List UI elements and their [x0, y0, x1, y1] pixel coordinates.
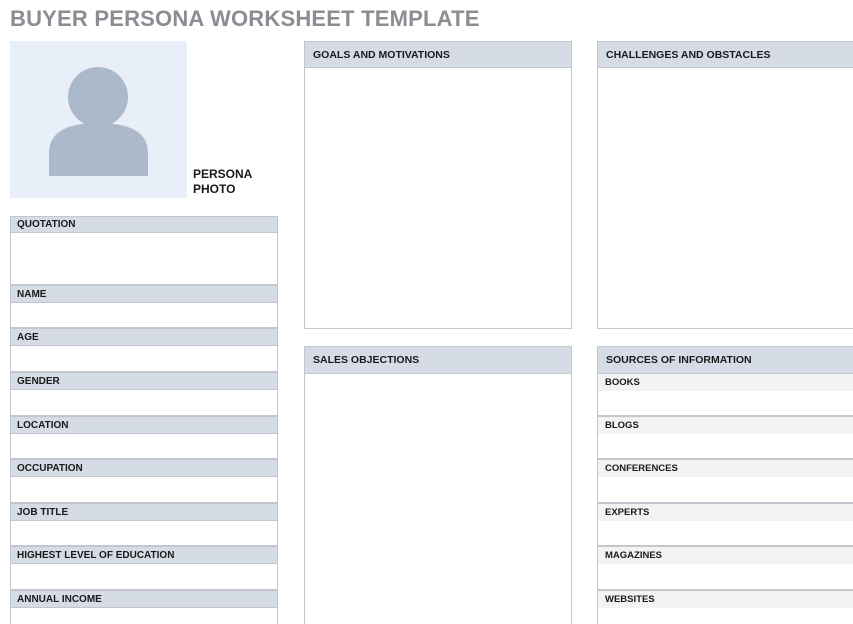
- source-websites-label: WEBSITES: [597, 590, 853, 608]
- persona-photo-label-line1: PERSONA: [193, 167, 253, 181]
- persona-photo-placeholder[interactable]: [10, 41, 187, 198]
- education-field[interactable]: [10, 563, 278, 590]
- name-field[interactable]: [10, 302, 278, 328]
- worksheet-title: BUYER PERSONA WORKSHEET TEMPLATE: [10, 6, 480, 31]
- education-header: HIGHEST LEVEL OF EDUCATION: [10, 546, 278, 564]
- quotation-header: QUOTATION: [10, 216, 278, 233]
- sources-header: SOURCES OF INFORMATION: [597, 346, 853, 374]
- sales-objections-header: SALES OBJECTIONS: [304, 346, 572, 374]
- occupation-field[interactable]: [10, 476, 278, 503]
- source-blogs-label: BLOGS: [597, 416, 853, 434]
- sales-objections-field[interactable]: [304, 373, 572, 624]
- age-field[interactable]: [10, 345, 278, 372]
- source-magazines-label: MAGAZINES: [597, 546, 853, 564]
- location-field[interactable]: [10, 433, 278, 459]
- goals-header: GOALS AND MOTIVATIONS: [304, 41, 572, 68]
- persona-photo-label: PERSONA PHOTO: [193, 167, 273, 197]
- gender-header: GENDER: [10, 372, 278, 390]
- source-websites-field[interactable]: [597, 608, 853, 624]
- challenges-header: CHALLENGES AND OBSTACLES: [597, 41, 853, 68]
- source-experts-field[interactable]: [597, 521, 853, 546]
- source-books-field[interactable]: [597, 391, 853, 416]
- persona-photo-label-line2: PHOTO: [193, 182, 236, 196]
- person-silhouette-icon: [49, 67, 148, 176]
- source-conferences-label: CONFERENCES: [597, 459, 853, 477]
- annual-income-field[interactable]: [10, 607, 278, 624]
- occupation-header: OCCUPATION: [10, 459, 278, 477]
- name-header: NAME: [10, 285, 278, 303]
- source-blogs-field[interactable]: [597, 434, 853, 459]
- job-title-field[interactable]: [10, 520, 278, 546]
- location-header: LOCATION: [10, 416, 278, 434]
- gender-field[interactable]: [10, 389, 278, 416]
- source-books-label: BOOKS: [597, 373, 853, 391]
- quotation-field[interactable]: [10, 232, 278, 285]
- annual-income-header: ANNUAL INCOME: [10, 590, 278, 608]
- job-title-header: JOB TITLE: [10, 503, 278, 521]
- challenges-field[interactable]: [597, 67, 853, 329]
- source-conferences-field[interactable]: [597, 477, 853, 503]
- age-header: AGE: [10, 328, 278, 346]
- source-experts-label: EXPERTS: [597, 503, 853, 521]
- goals-field[interactable]: [304, 67, 572, 329]
- source-magazines-field[interactable]: [597, 564, 853, 590]
